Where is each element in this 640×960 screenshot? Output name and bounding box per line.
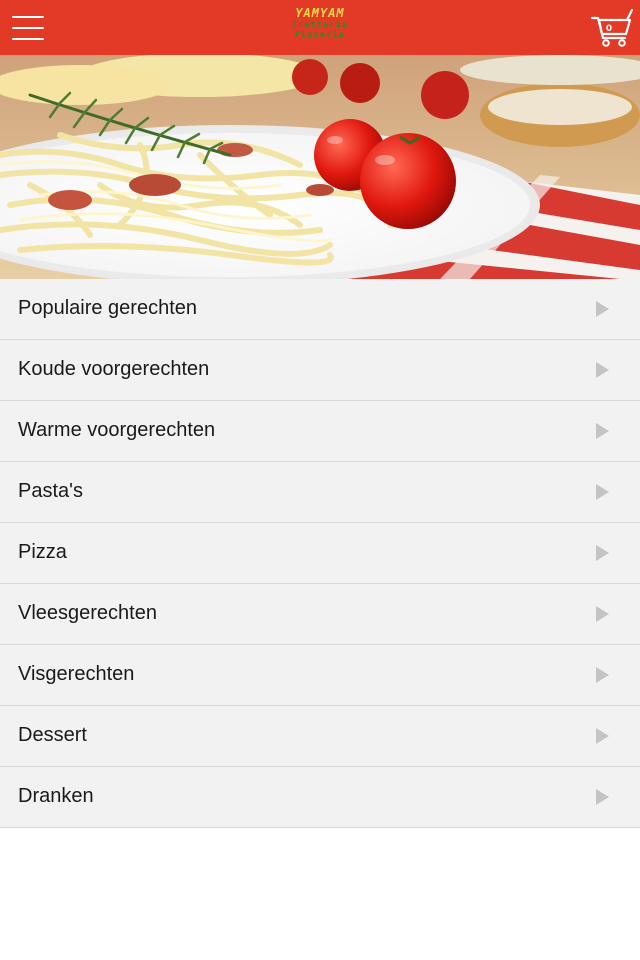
cart-count-badge: 0 [605,24,613,34]
category-item-dranken[interactable]: Dranken [0,767,640,828]
category-label: Pizza [18,541,67,563]
category-label: Dranken [18,785,94,807]
chevron-right-icon [596,545,609,561]
category-label: Populaire gerechten [18,297,198,319]
category-item-populaire-gerechten[interactable]: Populaire gerechten [0,279,640,340]
chevron-right-icon [596,606,609,622]
category-item-koude-voorgerechten[interactable]: Koude voorgerechten [0,340,640,401]
category-item-pizza[interactable]: Pizza [0,523,640,584]
category-list: Populaire gerechten Koude voorgerechten … [0,279,640,828]
category-label: Vleesgerechten [18,602,157,624]
header-bar: YAMYAM Trattoria Pizzeria 0 [0,0,640,55]
category-label: Warme voorgerechten [18,419,216,441]
category-label: Pasta's [18,480,83,502]
app-logo: YAMYAM Trattoria Pizzeria [270,6,370,50]
category-label: Visgerechten [18,663,135,685]
hamburger-menu-icon[interactable] [12,14,44,42]
hero-pasta-image [0,55,640,279]
chevron-right-icon [596,789,609,805]
category-item-visgerechten[interactable]: Visgerechten [0,645,640,706]
category-label: Koude voorgerechten [18,358,210,380]
category-label: Dessert [18,724,87,746]
chevron-right-icon [596,423,609,439]
chevron-right-icon [596,728,609,744]
app-screen: YAMYAM Trattoria Pizzeria 0 Populaire ge… [0,0,640,960]
logo-line-trattoria: Trattoria [291,20,349,29]
pasta-dish-photo [0,55,640,279]
category-item-pastas[interactable]: Pasta's [0,462,640,523]
chevron-right-icon [596,362,609,378]
category-item-warme-voorgerechten[interactable]: Warme voorgerechten [0,401,640,462]
shopping-cart-button[interactable]: 0 [590,8,634,48]
chevron-right-icon [596,667,609,683]
logo-line-pizzeria: Pizzeria [294,30,346,39]
category-item-dessert[interactable]: Dessert [0,706,640,767]
chevron-right-icon [596,301,609,317]
logo-brand: YAMYAM [295,6,345,20]
category-item-vleesgerechten[interactable]: Vleesgerechten [0,584,640,645]
chevron-right-icon [596,484,609,500]
